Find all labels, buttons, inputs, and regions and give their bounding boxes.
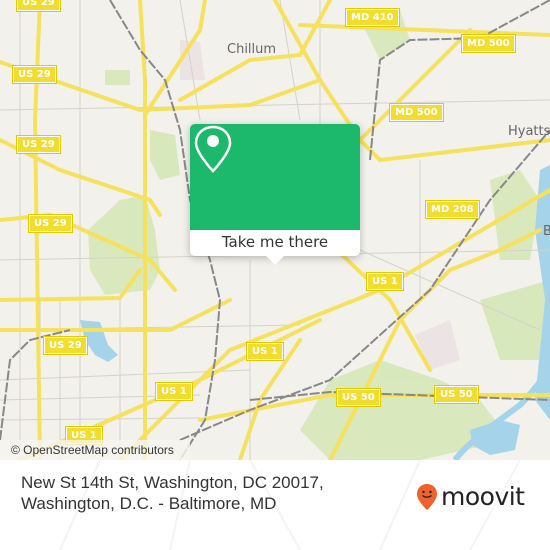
route-shield-md500: MD 500 xyxy=(461,34,516,53)
route-shield-md410: MD 410 xyxy=(345,8,400,27)
moovit-logo[interactable]: moovit xyxy=(416,482,525,511)
route-shield-md208: MD 208 xyxy=(425,200,480,219)
take-me-there-button[interactable]: Take me there xyxy=(190,230,360,256)
address-text: New St 14th St, Washington, DC 20017, Wa… xyxy=(21,473,324,513)
place-label-hyattsville: Hyatts xyxy=(508,124,550,139)
park-area xyxy=(480,280,550,360)
park-area xyxy=(490,170,540,260)
route-shield-us29: US 29 xyxy=(16,135,61,154)
route-shield-us29: US 29 xyxy=(28,214,73,233)
road xyxy=(298,23,550,37)
popup-pointer xyxy=(266,256,284,265)
route-shield-md500: MD 500 xyxy=(389,103,444,122)
park-area xyxy=(105,70,130,85)
route-shield-us1: US 1 xyxy=(366,272,404,291)
popup-header xyxy=(190,124,360,230)
park-area xyxy=(88,195,160,295)
place-label-chillum: Chillum xyxy=(227,42,277,57)
map-view[interactable]: Chillum Hyatts B US 29 US 29 US 29 US 29… xyxy=(0,0,550,460)
moovit-pin-icon xyxy=(417,483,437,510)
road xyxy=(0,298,232,332)
urban-area xyxy=(415,320,460,370)
route-shield-us1: US 1 xyxy=(155,382,193,401)
route-shield-us50: US 50 xyxy=(434,385,479,404)
place-label-bladensburg: B xyxy=(543,224,550,239)
route-shield-us50: US 50 xyxy=(336,388,381,407)
route-shield-us29: US 29 xyxy=(12,65,57,84)
location-popup: Take me there xyxy=(190,124,360,265)
moovit-wordmark: moovit xyxy=(441,482,525,511)
park-area xyxy=(150,130,180,180)
route-shield-us29: US 29 xyxy=(16,0,61,12)
footer: New St 14th St, Washington, DC 20017, Wa… xyxy=(0,460,550,550)
location-pin-icon xyxy=(194,125,232,173)
route-shield-us1: US 1 xyxy=(246,342,284,361)
map-attribution[interactable]: © OpenStreetMap contributors xyxy=(0,440,190,460)
route-shield-us29: US 29 xyxy=(43,336,88,355)
